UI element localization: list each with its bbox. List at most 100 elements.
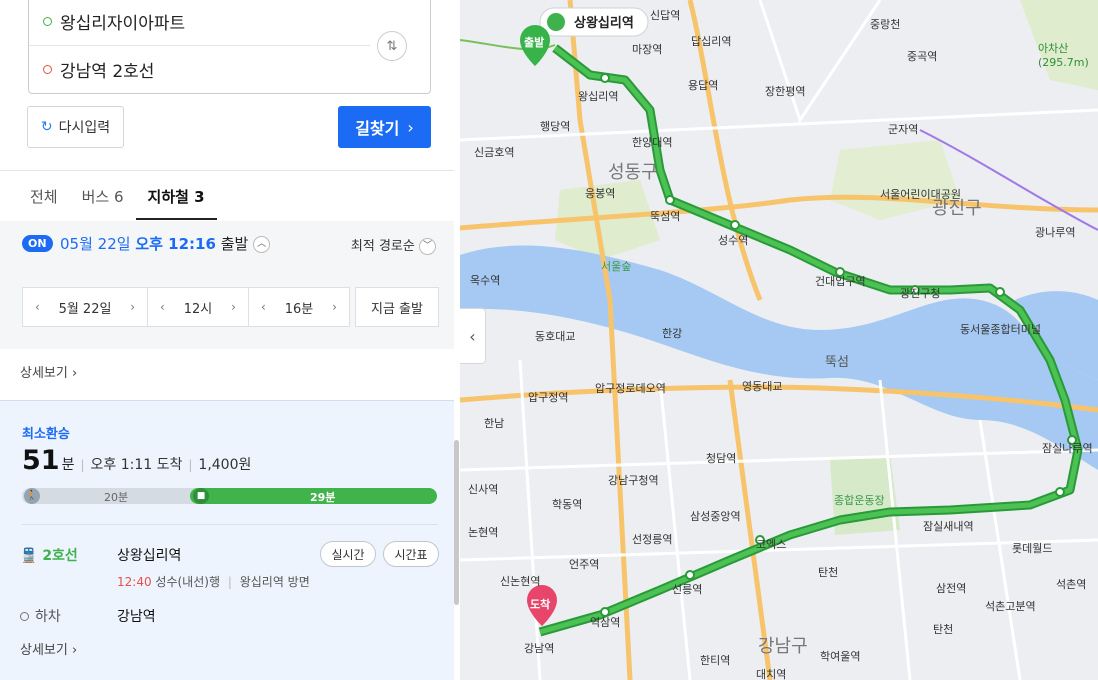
hannam-label: 한남 <box>484 417 504 430</box>
chevron-right-icon: › <box>407 117 414 137</box>
swap-glyph: ⇅ <box>386 38 398 54</box>
destination-label: 강남역 2호선 <box>60 61 155 82</box>
card-divider <box>22 524 438 525</box>
hanyang-label: 한양대역 <box>632 136 672 149</box>
map-canvas[interactable]: 상왕십리역 출발 도착 왕십리역 한양대역 뚝섬역 성수역 건대입구역 옥수역 … <box>460 0 1098 680</box>
nonhyeon-label: 논현역 <box>468 526 498 539</box>
yeongdong-bridge-label: 영동대교 <box>742 380 782 393</box>
eonju-label: 언주역 <box>569 558 599 571</box>
arrival-time: 오후 1:11 도착 <box>90 457 183 473</box>
on-toggle[interactable]: ON <box>22 235 53 252</box>
map-view[interactable]: 상왕십리역 출발 도착 왕십리역 한양대역 뚝섬역 성수역 건대입구역 옥수역 … <box>460 0 1098 680</box>
sinsa-label: 신사역 <box>468 483 498 496</box>
train-direction: 성수(내선)행 <box>155 575 220 589</box>
result-title: 최소환승 <box>22 427 70 442</box>
separator: | <box>188 458 193 472</box>
gangnam-label: 강남역 <box>524 642 554 655</box>
samseong-jungang-label: 삼성중앙역 <box>690 510 741 523</box>
origin-label: 왕십리자이아파트 <box>60 13 186 34</box>
alight-text: 하차 <box>35 609 61 625</box>
yongdap-label: 용답역 <box>688 79 718 92</box>
total-minutes: 51 <box>22 445 60 476</box>
majang-label: 마장역 <box>632 43 662 56</box>
haengdang-label: 행당역 <box>540 120 570 133</box>
cheongdam-label: 청담역 <box>706 452 736 465</box>
samjeon-label: 삼전역 <box>936 582 966 595</box>
timetable-button[interactable]: 시간표 <box>383 541 439 567</box>
separator: | <box>80 458 85 472</box>
collapse-panel-button[interactable]: ‹ <box>460 308 486 364</box>
next-minute-icon[interactable]: › <box>332 300 337 314</box>
apgujeong-rodeo-label: 압구정로데오역 <box>595 382 666 395</box>
depart-now-button[interactable]: 지금 출발 <box>355 287 439 327</box>
prev-hour-icon[interactable]: ‹ <box>160 300 165 314</box>
card-detail-link[interactable]: 상세보기 › <box>20 639 77 658</box>
oksu-label: 옥수역 <box>470 274 500 287</box>
panel-scrollbar[interactable] <box>454 440 459 605</box>
gwangjin-office-label: 광진구청 <box>900 287 940 300</box>
origin-field[interactable]: 왕십리자이아파트 <box>43 0 185 43</box>
departure-suffix: 출발 <box>220 235 249 253</box>
start-marker-label: 출발 <box>524 35 544 49</box>
search-route-button[interactable]: 길찾기 › <box>338 106 431 148</box>
reset-label: 다시입력 <box>58 120 111 136</box>
junggok-label: 중곡역 <box>907 50 937 63</box>
seokchon-label: 석촌역 <box>1056 578 1086 591</box>
seokchon-gobun-label: 석촌고분역 <box>985 600 1036 613</box>
tancheon-label-2: 탄천 <box>933 622 953 636</box>
date-value: 5월 22일 <box>58 301 112 317</box>
route-result-card[interactable]: 최소환승 51 분 | 오후 1:11 도착 | 1,400원 🚶 ■ 20분 … <box>0 400 454 680</box>
sports-complex-label: 종합운동장 <box>834 494 885 507</box>
refresh-icon: ↻ <box>40 119 53 135</box>
dongho-bridge-label: 동호대교 <box>535 330 575 343</box>
fare: 1,400원 <box>198 457 252 473</box>
app: 왕십리자이아파트 강남역 2호선 ⇅ ↻ 다시입력 길찾기 › 전체 버스 6 … <box>0 0 1098 680</box>
next-hour-icon[interactable]: › <box>231 300 236 314</box>
departure-date: 05월 22일 <box>60 235 131 253</box>
prev-date-icon[interactable]: ‹ <box>35 300 40 314</box>
wangsimni-label: 왕십리역 <box>578 90 618 103</box>
sort-label: 최적 경로순 <box>350 239 415 254</box>
next-date-icon[interactable]: › <box>130 300 135 314</box>
destination-field[interactable]: 강남역 2호선 <box>43 47 154 91</box>
achasan-label: 아차산 <box>1038 42 1068 55</box>
minute-picker[interactable]: ‹ 16분 › <box>249 287 350 327</box>
end-marker-label: 도착 <box>530 597 550 611</box>
departure-settings: ON 05월 22일 오후 12:16 출발 ︿ 최적 경로순 ﹀ ‹ 5월 2… <box>0 221 454 349</box>
departure-time[interactable]: 05월 22일 오후 12:16 출발 ︿ <box>60 233 271 254</box>
konkuk-label: 건대입구역 <box>815 275 866 288</box>
gangnam-gu-label: 강남구 <box>758 636 808 657</box>
chevron-up-icon[interactable]: ︿ <box>253 236 271 253</box>
detail-link[interactable]: 상세보기 › <box>20 362 77 381</box>
hanti-label: 한티역 <box>700 654 730 667</box>
gwangjin-gu-label: 광진구 <box>932 198 982 219</box>
prev-minute-icon[interactable]: ‹ <box>261 300 266 314</box>
reset-button[interactable]: ↻ 다시입력 <box>27 106 124 148</box>
alight-label: 하차 <box>20 606 61 626</box>
tab-all[interactable]: 전체 <box>18 172 70 220</box>
tab-subway[interactable]: 지하철 3 <box>135 172 217 220</box>
sort-dropdown[interactable]: 최적 경로순 ﹀ <box>351 235 436 255</box>
date-picker[interactable]: ‹ 5월 22일 › <box>22 287 148 327</box>
eungbong-label: 응봉역 <box>585 187 615 200</box>
search-label: 길찾기 <box>355 119 400 138</box>
minutes-unit: 분 <box>61 457 75 473</box>
swap-icon[interactable]: ⇅ <box>377 31 407 61</box>
gangnam-gu-office-label: 강남구청역 <box>608 474 659 487</box>
route-input-box: 왕십리자이아파트 강남역 2호선 ⇅ <box>28 0 431 94</box>
train-exit: 왕십리역 방면 <box>239 575 310 589</box>
hakdong-label: 학동역 <box>552 498 582 511</box>
realtime-button[interactable]: 실시간 <box>320 541 376 567</box>
chevron-left-icon: ‹ <box>469 326 476 346</box>
walk-duration: 20분 <box>104 491 129 504</box>
train-icon <box>547 13 565 31</box>
minute-value: 16분 <box>284 301 314 317</box>
tab-bus[interactable]: 버스 6 <box>70 172 136 220</box>
lotte-label: 롯데월드 <box>1012 542 1052 555</box>
gunja-label: 군자역 <box>888 123 918 136</box>
tancheon-label: 탄천 <box>818 565 838 579</box>
route-divider <box>29 45 370 46</box>
alight-station: 강남역 <box>117 609 156 625</box>
hour-picker[interactable]: ‹ 12시 › <box>148 287 249 327</box>
board-station: 상왕십리역 <box>117 548 182 564</box>
